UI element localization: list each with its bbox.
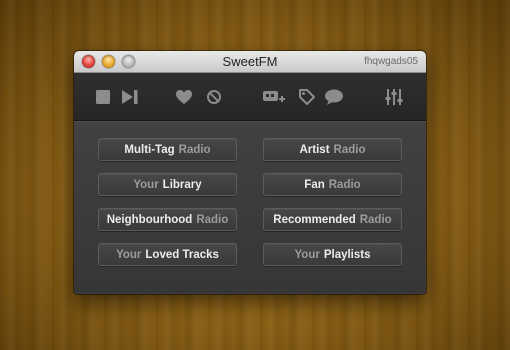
button-label-prefix: Your [294,248,320,261]
multi-tag-radio-button[interactable]: Multi-Tag Radio [98,138,237,161]
button-label: Playlists [323,248,371,261]
button-label-prefix: Your [133,178,159,191]
button-label: Recommended [273,213,356,226]
skip-icon[interactable] [121,87,139,107]
your-loved-tracks-button[interactable]: Your Loved Tracks [98,243,237,266]
your-library-button[interactable]: Your Library [98,173,237,196]
neighbourhood-radio-button[interactable]: Neighbourhood Radio [98,208,237,231]
close-button[interactable] [82,55,95,68]
playback-toolbar [74,73,426,121]
button-label: Loved Tracks [145,248,219,261]
station-panel: Multi-Tag Radio Artist Radio Your Library F… [74,121,426,293]
sweetfm-window: SweetFM fhqwgads05 Multi-Tag Radio Artis… [74,51,426,294]
stop-icon[interactable] [96,87,110,107]
artist-radio-button[interactable]: Artist Radio [263,138,402,161]
button-label-suffix: Radio [178,143,211,156]
share-icon[interactable] [263,87,285,107]
tag-icon[interactable] [298,87,316,107]
window-controls [82,55,135,68]
equalizer-icon[interactable] [385,87,403,107]
heart-icon[interactable] [175,87,193,107]
button-label-suffix: Radio [196,213,229,226]
button-label-suffix: Radio [328,178,361,191]
button-label-prefix: Your [116,248,142,261]
window-title: SweetFM [222,54,278,69]
button-label: Neighbourhood [106,213,193,226]
your-playlists-button[interactable]: Your Playlists [263,243,402,266]
zoom-button[interactable] [122,55,135,68]
button-label: Fan [304,178,325,191]
button-label: Artist [299,143,330,156]
minimize-button[interactable] [102,55,115,68]
button-label: Multi-Tag [124,143,175,156]
button-label: Library [162,178,202,191]
recommended-radio-button[interactable]: Recommended Radio [263,208,402,231]
comment-icon[interactable] [324,87,344,107]
fan-radio-button[interactable]: Fan Radio [263,173,402,196]
account-name: fhqwgads05 [364,56,418,67]
title-bar[interactable]: SweetFM fhqwgads05 [74,51,426,73]
button-label-suffix: Radio [359,213,392,226]
button-label-suffix: Radio [333,143,366,156]
ban-icon[interactable] [206,87,222,107]
